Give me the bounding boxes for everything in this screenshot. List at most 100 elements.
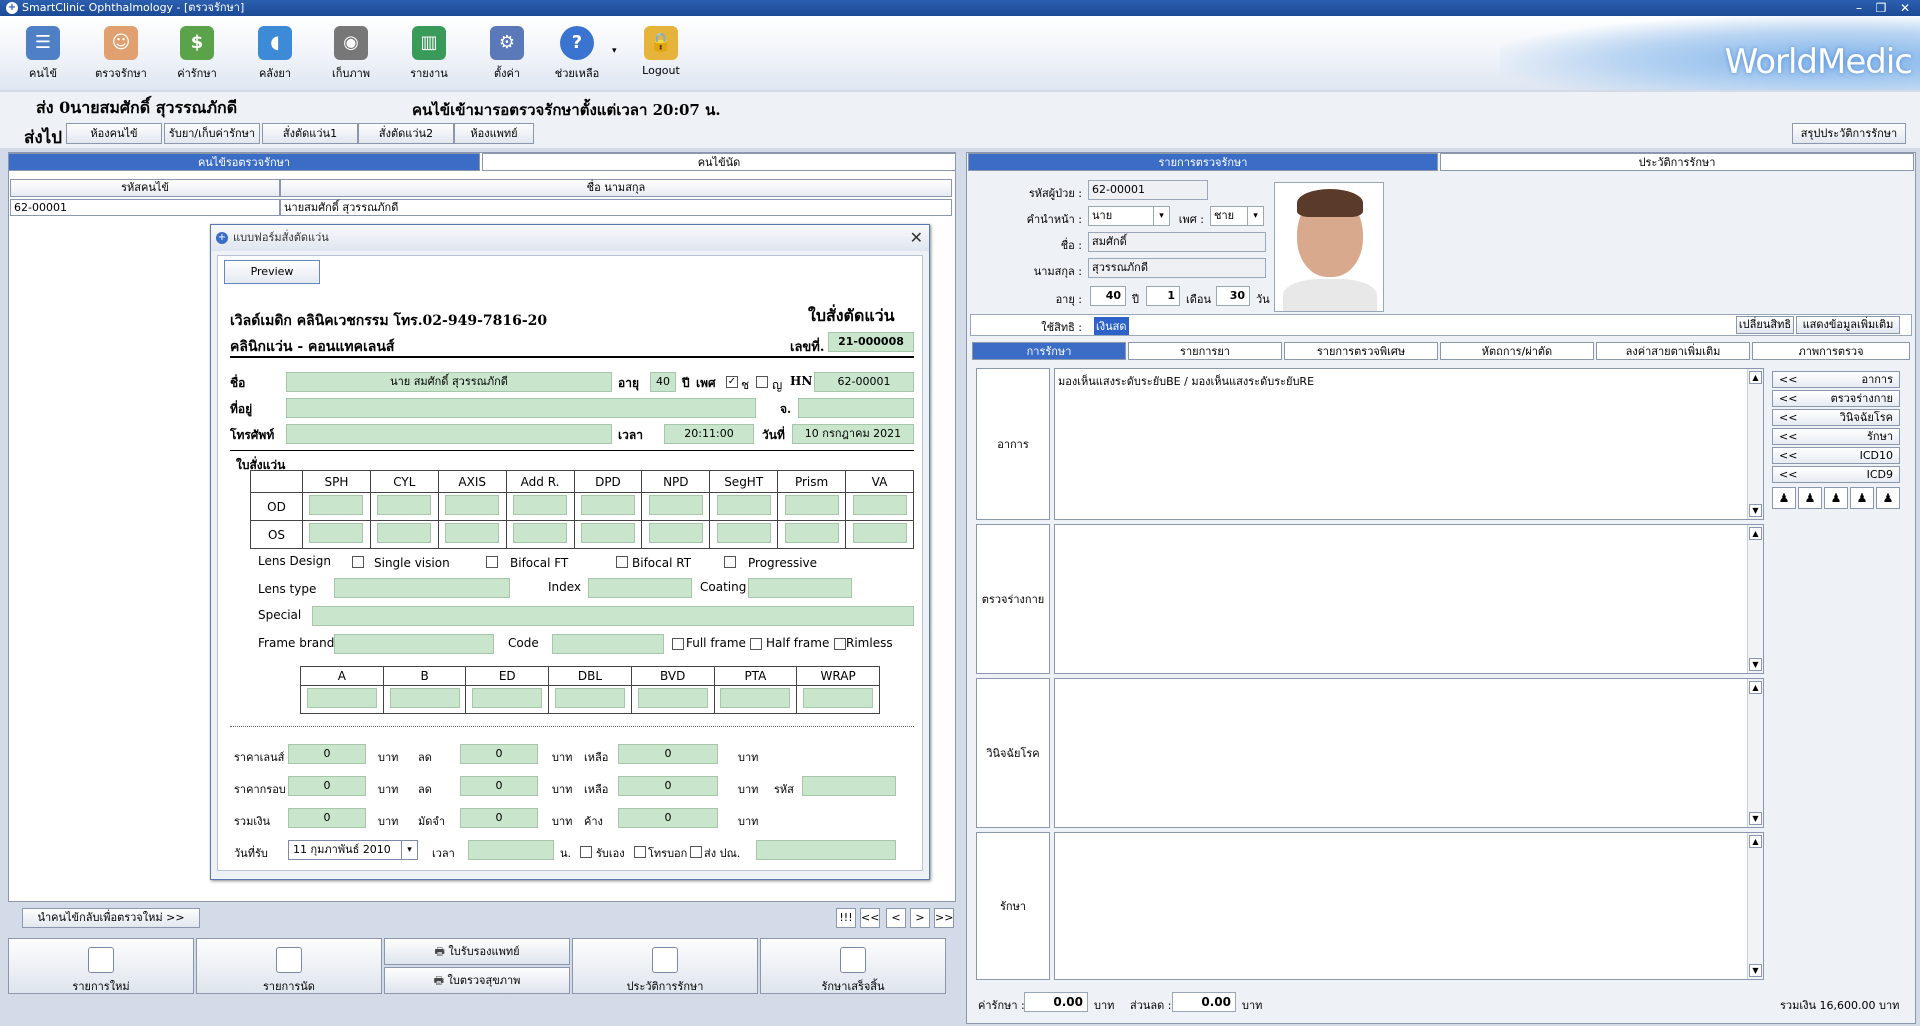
subtab-vision[interactable]: ลงค่าสายตาเพิ่มเติม [1596, 342, 1750, 360]
symptom-textarea[interactable]: มองเห็นแสงระดับระยับBE / มองเห็นแสงระดับ… [1054, 368, 1764, 520]
scrollbar[interactable]: ▲ ▼ [1747, 679, 1763, 827]
frame-bvd-field[interactable] [637, 688, 708, 708]
scroll-down-icon[interactable]: ▼ [1749, 658, 1762, 671]
code-field[interactable] [552, 634, 664, 654]
male-checkbox[interactable]: ✓ [726, 376, 738, 388]
frame-wrap-field[interactable] [803, 688, 874, 708]
scroll-down-icon[interactable]: ▼ [1749, 964, 1762, 977]
os-dpd-field[interactable] [580, 523, 635, 543]
single-vision-checkbox[interactable] [352, 556, 364, 568]
subtab-procedures[interactable]: หัตถการ/ผ่าตัด [1440, 342, 1594, 360]
rimless-checkbox[interactable] [834, 638, 846, 650]
date-field[interactable]: 10 กรกฎาคม 2021 [792, 424, 914, 444]
treatment-textarea[interactable]: ▲ ▼ [1054, 832, 1764, 980]
owed-field[interactable]: 0 [618, 808, 718, 828]
od-prism-field[interactable] [784, 495, 839, 515]
od-dpd-field[interactable] [580, 495, 635, 515]
send-glasses2-button[interactable]: สั่งตัดแว่น2 [358, 123, 454, 144]
pager-refresh-button[interactable]: !!! [836, 908, 856, 928]
address-field[interactable] [286, 398, 756, 418]
post-field[interactable] [756, 840, 896, 860]
col-patient-name[interactable]: ชื่อ นามสกุล [280, 179, 952, 197]
help-dropdown-icon[interactable]: ▾ [612, 46, 617, 56]
appointment-list-button[interactable]: รายการนัด [196, 938, 382, 994]
lens-remain-field[interactable]: 0 [618, 744, 718, 764]
tab-exam-list[interactable]: รายการตรวจรักษา [968, 153, 1438, 171]
doc-no-field[interactable]: 21-000008 [828, 332, 914, 352]
age-years-field[interactable]: 40 [1090, 286, 1126, 306]
scroll-down-icon[interactable]: ▼ [1749, 504, 1762, 517]
scrollbar[interactable]: ▲ ▼ [1747, 833, 1763, 979]
insert-icd10-button[interactable]: << ICD10 [1772, 447, 1900, 464]
od-add-field[interactable] [513, 495, 568, 515]
template-icon-5[interactable]: ♟ [1876, 487, 1900, 509]
scroll-up-icon[interactable]: ▲ [1749, 527, 1762, 540]
frame-b-field[interactable] [389, 688, 460, 708]
scrollbar[interactable]: ▲ ▼ [1747, 369, 1763, 519]
close-window-button[interactable]: ✕ [1894, 0, 1916, 16]
finish-treatment-button[interactable]: รักษาเสร็จสิ้น [760, 938, 946, 994]
frame-ed-field[interactable] [472, 688, 543, 708]
receive-time-field[interactable] [468, 840, 554, 860]
table-row-id[interactable]: 62-00001 [10, 199, 280, 216]
chevron-down-icon[interactable]: ▾ [1153, 207, 1169, 225]
pickup-self-checkbox[interactable] [580, 846, 592, 858]
tab-treatment-history[interactable]: ประวัติการรักษา [1440, 153, 1914, 171]
insert-treatment-button[interactable]: << รักษา [1772, 428, 1900, 445]
toolbar-logout-button[interactable]: 🔒 Logout [626, 26, 696, 90]
treatment-summary-button[interactable]: สรุปประวัติการรักษา [1792, 123, 1906, 144]
dialog-close-icon[interactable]: ✕ [910, 228, 923, 247]
os-seght-field[interactable] [716, 523, 771, 543]
restore-button[interactable]: ❐ [1870, 0, 1892, 16]
half-frame-checkbox[interactable] [750, 638, 762, 650]
os-cyl-field[interactable] [377, 523, 432, 543]
pager-last-button[interactable]: >> [934, 908, 954, 928]
os-va-field[interactable] [852, 523, 907, 543]
phone-field[interactable] [286, 424, 612, 444]
age-months-field[interactable]: 1 [1146, 286, 1180, 306]
toolbar-help-button[interactable]: ? ช่วยเหลือ [542, 26, 612, 90]
os-axis-field[interactable] [445, 523, 500, 543]
template-icon-2[interactable]: ♟ [1798, 487, 1822, 509]
full-frame-checkbox[interactable] [672, 638, 684, 650]
os-sph-field[interactable] [309, 523, 364, 543]
lens-price-field[interactable]: 0 [288, 744, 366, 764]
template-icon-4[interactable]: ♟ [1850, 487, 1874, 509]
send-patient-room-button[interactable]: ห้องคนไข้ [66, 123, 162, 144]
tab-waiting[interactable]: คนไข้รอตรวจรักษา [8, 153, 480, 171]
pager-next-button[interactable]: > [910, 908, 930, 928]
toolbar-photo-button[interactable]: ◉ เก็บภาพ [316, 26, 386, 90]
scroll-up-icon[interactable]: ▲ [1749, 835, 1762, 848]
lens-discount-field[interactable]: 0 [460, 744, 538, 764]
toolbar-report-button[interactable]: ▥ รายงาน [394, 26, 464, 90]
subtab-treatment[interactable]: การรักษา [972, 342, 1126, 360]
insert-icd9-button[interactable]: << ICD9 [1772, 466, 1900, 483]
subtab-images[interactable]: ภาพการตรวจ [1752, 342, 1910, 360]
template-icon-3[interactable]: ♟ [1824, 487, 1848, 509]
insert-symptom-button[interactable]: << อาการ [1772, 371, 1900, 388]
od-va-field[interactable] [852, 495, 907, 515]
preview-button[interactable]: Preview [224, 260, 320, 284]
code-field[interactable] [802, 776, 896, 796]
deposit-field[interactable]: 0 [460, 808, 538, 828]
total-field[interactable]: 0 [288, 808, 366, 828]
scrollbar[interactable]: ▲ ▼ [1747, 525, 1763, 673]
pager-prev-button[interactable]: < [886, 908, 906, 928]
prefix-select[interactable]: นาย ▾ [1088, 206, 1170, 226]
sex-select[interactable]: ชาย ▾ [1210, 206, 1264, 226]
subtab-special-exam[interactable]: รายการตรวจพิเศษ [1284, 342, 1438, 360]
col-patient-id[interactable]: รหัสคนไข้ [10, 179, 280, 197]
template-icon-1[interactable]: ♟ [1772, 487, 1796, 509]
lname-field[interactable]: สุวรรณภักดี [1088, 258, 1266, 278]
pid-field[interactable]: 62-00001 [1088, 180, 1208, 200]
frame-brand-field[interactable] [334, 634, 494, 654]
discount-field[interactable]: 0.00 [1172, 992, 1236, 1012]
fee-field[interactable]: 0.00 [1024, 992, 1088, 1012]
insert-diagnosis-button[interactable]: << วินิจฉัยโรค [1772, 409, 1900, 426]
health-check-button[interactable]: 🖶 ใบตรวจสุขภาพ [384, 967, 570, 994]
physical-exam-textarea[interactable]: ▲ ▼ [1054, 524, 1764, 674]
minimize-button[interactable]: – [1848, 0, 1870, 16]
od-sph-field[interactable] [309, 495, 364, 515]
age-field[interactable]: 40 [650, 372, 676, 392]
post-checkbox[interactable] [690, 846, 702, 858]
